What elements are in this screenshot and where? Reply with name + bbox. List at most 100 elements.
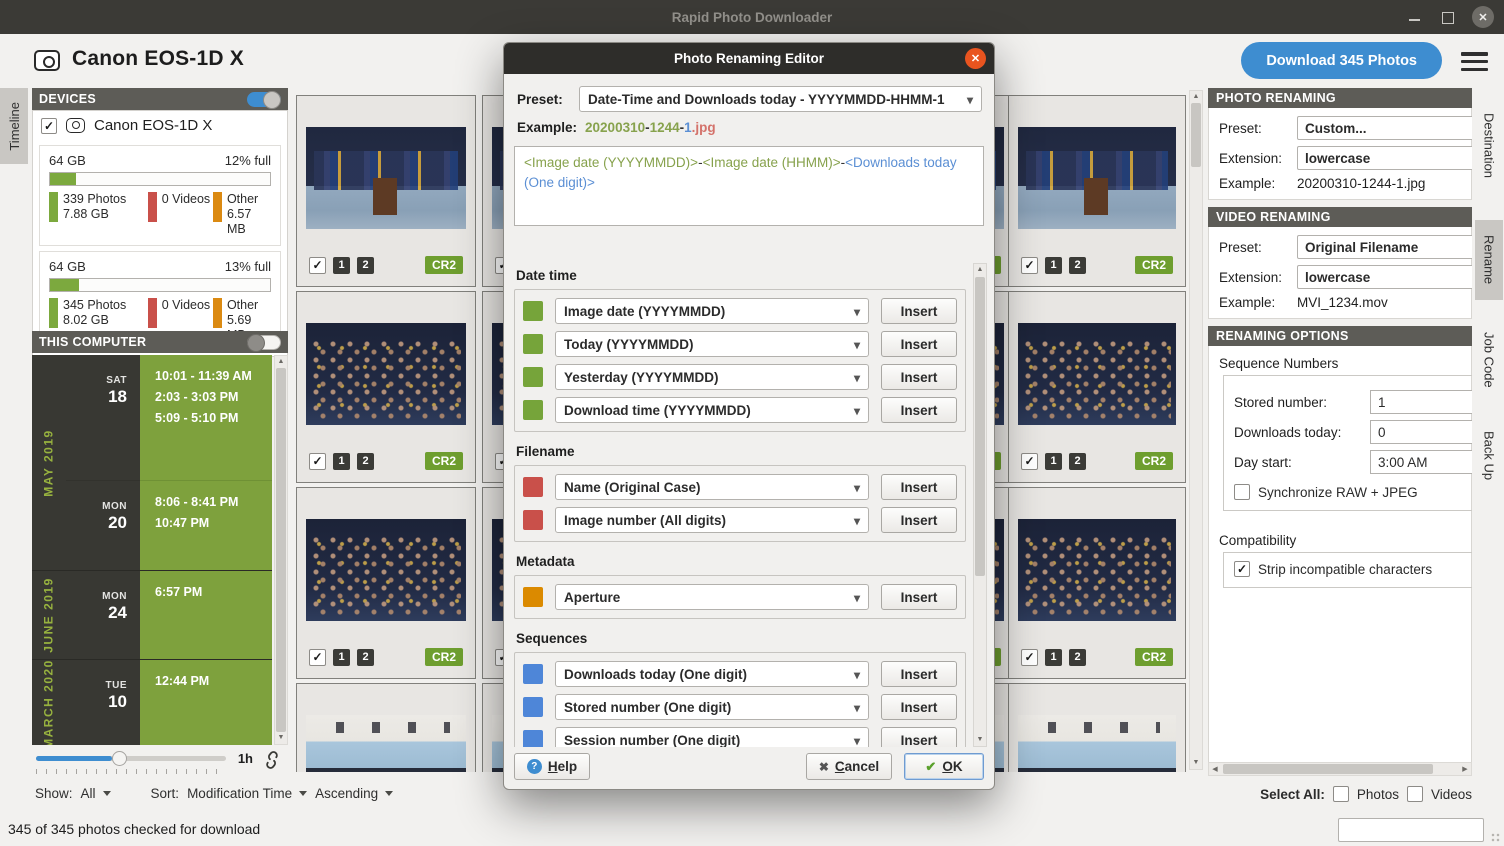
thumbnail-checkbox[interactable] (1021, 257, 1038, 274)
photo-thumbnail[interactable]: 12CR2 (296, 291, 476, 483)
scrollbar-thumb[interactable] (975, 277, 985, 576)
thumbnail-checkbox[interactable] (1021, 453, 1038, 470)
unlink-icon[interactable] (262, 750, 282, 770)
insert-button[interactable]: Insert (881, 694, 957, 720)
photo-thumbnail[interactable]: 12CR2 (296, 683, 476, 772)
photo-thumbnail[interactable]: 12CR2 (1008, 487, 1186, 679)
device-checkbox[interactable] (41, 118, 57, 134)
minimize-button[interactable] (1408, 10, 1422, 24)
scroll-left-icon[interactable] (1209, 763, 1221, 775)
photo-thumbnail[interactable]: 12CR2 (1008, 291, 1186, 483)
stored-number-input[interactable]: 1 (1370, 390, 1472, 414)
close-window-button[interactable] (1472, 6, 1494, 28)
timeline-day-row[interactable]: MON208:06 - 8:41 PM10:47 PM (66, 480, 272, 570)
token-combo[interactable]: Yesterday (YYYYMMDD) (555, 364, 869, 390)
maximize-button[interactable] (1440, 10, 1454, 24)
sort-order-select[interactable]: Ascending (315, 786, 393, 801)
cancel-button[interactable]: Cancel (806, 753, 892, 780)
token-combo[interactable]: Session number (One digit) (555, 727, 869, 747)
insert-button[interactable]: Insert (881, 298, 957, 324)
show-select[interactable]: All (81, 786, 111, 801)
downloads-today-input[interactable]: 0 (1370, 420, 1472, 444)
status-input-box[interactable] (1338, 818, 1484, 842)
right-tab-strip: Destination Rename Job Code Back Up (1474, 88, 1504, 812)
synchronize-raw-jpeg-option[interactable]: Synchronize RAW + JPEG (1234, 484, 1472, 500)
photo-thumbnail[interactable]: 12CR2 (296, 95, 476, 287)
insert-button[interactable]: Insert (881, 397, 957, 423)
day-start-input[interactable]: 3:00 AM (1370, 450, 1472, 474)
insert-button[interactable]: Insert (881, 507, 957, 533)
video-preset-combo[interactable]: Original Filename (1297, 235, 1472, 259)
scrollbar-thumb[interactable] (1191, 103, 1201, 167)
thumbnail-checkbox[interactable] (309, 649, 326, 666)
thumbnail-checkbox[interactable] (309, 257, 326, 274)
photo-thumbnail[interactable]: 12CR2 (1008, 683, 1186, 772)
token-combo[interactable]: Aperture (555, 584, 869, 610)
select-all-photos-checkbox[interactable] (1333, 786, 1349, 802)
device-row[interactable]: Canon EOS-1D X (33, 111, 287, 140)
insert-button[interactable]: Insert (881, 661, 957, 687)
timeline-day-row[interactable]: MON246:57 PM (66, 571, 272, 659)
scroll-up-icon[interactable] (1190, 92, 1202, 102)
token-combo[interactable]: Downloads today (One digit) (555, 661, 869, 687)
scroll-up-icon[interactable] (974, 265, 986, 275)
photo-thumbnail[interactable]: 12CR2 (296, 487, 476, 679)
thumbnails-scrollbar[interactable] (1189, 90, 1203, 770)
tab-job-code[interactable]: Job Code (1475, 314, 1503, 406)
scroll-down-icon[interactable] (974, 735, 986, 745)
video-extension-combo[interactable]: lowercase (1297, 265, 1472, 289)
timeline-scrollbar[interactable] (274, 355, 288, 745)
thumbnail-checkbox[interactable] (309, 453, 326, 470)
sort-label: Sort: (151, 786, 180, 801)
scroll-down-icon[interactable] (275, 733, 287, 743)
dialog-close-button[interactable] (965, 48, 986, 69)
photo-thumbnail[interactable]: 12CR2 (1008, 95, 1186, 287)
rename-pattern-editor[interactable]: <Image date (YYYYMMDD)>-<Image date (HHM… (514, 146, 984, 226)
scroll-down-icon[interactable] (1190, 758, 1202, 768)
token-combo[interactable]: Image date (YYYYMMDD) (555, 298, 869, 324)
resize-grip-icon[interactable] (1491, 833, 1501, 843)
insert-button[interactable]: Insert (881, 364, 957, 390)
format-badge: CR2 (1135, 256, 1173, 274)
insert-button[interactable]: Insert (881, 474, 957, 500)
thumbnail-checkbox[interactable] (1021, 649, 1038, 666)
insert-button[interactable]: Insert (881, 584, 957, 610)
preset-label: Preset: (517, 92, 579, 107)
sort-select[interactable]: Modification Time (187, 786, 307, 801)
preset-combo[interactable]: Date-Time and Downloads today - YYYYMMDD… (579, 86, 982, 112)
token-combo[interactable]: Name (Original Case) (555, 474, 869, 500)
insert-button[interactable]: Insert (881, 727, 957, 747)
tab-rename[interactable]: Rename (1475, 220, 1503, 300)
photo-extension-combo[interactable]: lowercase (1297, 146, 1472, 170)
right-panel-hscrollbar[interactable] (1208, 762, 1472, 776)
token-combo[interactable]: Today (YYYYMMDD) (555, 331, 869, 357)
download-button[interactable]: Download 345 Photos (1241, 42, 1442, 79)
this-computer-toggle[interactable] (247, 335, 281, 350)
devices-toggle[interactable] (247, 92, 281, 107)
scrollbar-thumb[interactable] (276, 368, 286, 732)
token-combo[interactable]: Download time (YYYYMMDD) (555, 397, 869, 423)
scrollbar-thumb[interactable] (1223, 764, 1433, 774)
dialog-scrollbar[interactable] (973, 263, 987, 747)
photo-preset-combo[interactable]: Custom... (1297, 116, 1472, 140)
menu-icon[interactable] (1461, 52, 1488, 71)
token-combo[interactable]: Stored number (One digit) (555, 694, 869, 720)
slider-handle[interactable] (112, 751, 127, 766)
help-button[interactable]: Help (514, 753, 590, 780)
downloads-today-label: Downloads today: (1234, 425, 1364, 440)
strip-incompatible-option[interactable]: Strip incompatible characters (1234, 561, 1472, 577)
timeline-day-row[interactable]: SAT1810:01 - 11:39 AM2:03 - 3:03 PM5:09 … (66, 355, 272, 480)
strip-incompatible-checkbox[interactable] (1234, 561, 1250, 577)
insert-button[interactable]: Insert (881, 331, 957, 357)
ok-button[interactable]: OK (904, 753, 984, 780)
tab-back-up[interactable]: Back Up (1475, 414, 1503, 498)
token-combo[interactable]: Image number (All digits) (555, 507, 869, 533)
select-all-videos-checkbox[interactable] (1407, 786, 1423, 802)
scroll-up-icon[interactable] (275, 357, 287, 367)
timeline-day-row[interactable]: TUE1012:44 PM (66, 660, 272, 745)
synchronize-checkbox[interactable] (1234, 484, 1250, 500)
tab-destination[interactable]: Destination (1475, 92, 1503, 200)
tab-timeline[interactable]: Timeline (0, 88, 28, 164)
scroll-right-icon[interactable] (1459, 763, 1471, 775)
zoom-slider[interactable] (36, 756, 226, 761)
